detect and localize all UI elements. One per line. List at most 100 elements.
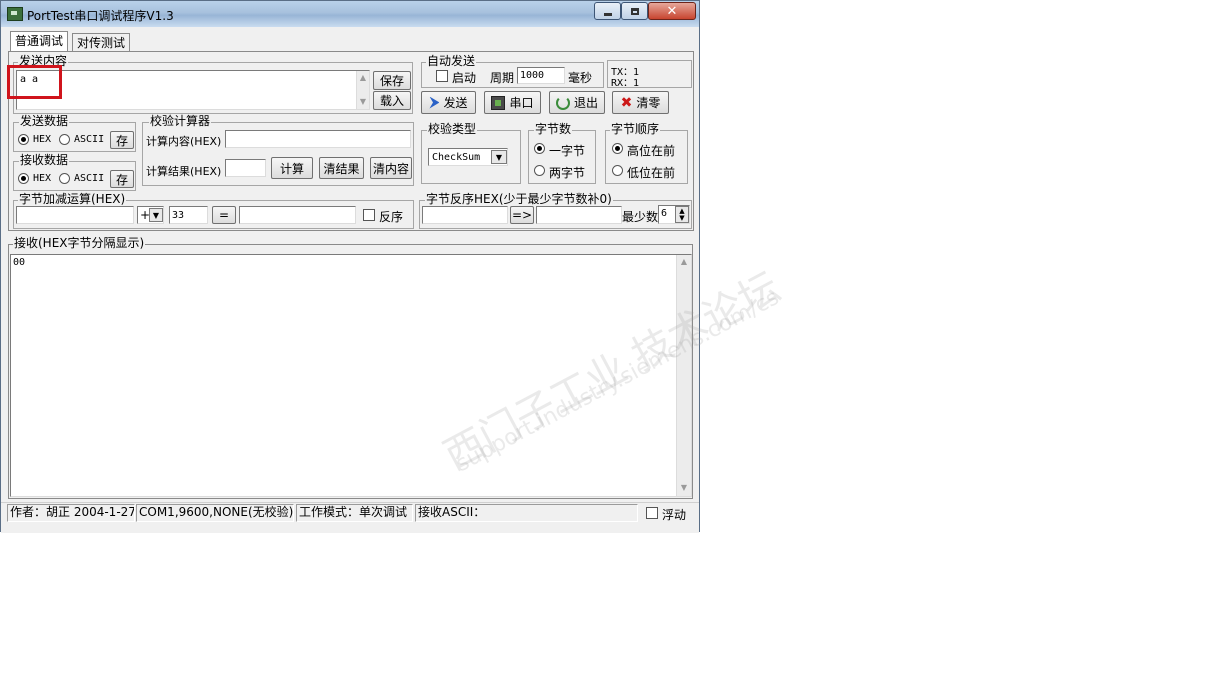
byte-reverse-result-input[interactable]: [536, 206, 622, 224]
send-ascii-radio[interactable]: [59, 134, 70, 145]
byte-reverse-title: 字节反序HEX(少于最少字节数补0): [425, 192, 613, 206]
auto-send-enable-label: 启动: [452, 71, 477, 85]
checksum-calc-title: 校验计算器: [149, 114, 212, 128]
spinner-updown-icon[interactable]: ▲ ▼: [675, 206, 689, 223]
app-icon: [7, 7, 23, 21]
low-first-radio[interactable]: [612, 165, 623, 176]
clear-counter-button[interactable]: ✖ 清零: [612, 91, 669, 114]
check-type-dropdown-icon[interactable]: ▼: [491, 150, 507, 164]
window-title: PortTest串口调试程序V1.3: [27, 9, 174, 23]
send-store-button[interactable]: 存: [110, 131, 134, 149]
recv-hex-label: HEX: [33, 173, 52, 184]
minimize-icon: [603, 12, 612, 16]
calc-result-input[interactable]: [225, 159, 266, 177]
unit-label: 毫秒: [568, 71, 593, 85]
status-recv-ascii: 接收ASCII：: [415, 504, 638, 522]
recv-ascii-label: ASCII: [74, 173, 105, 184]
port-button-label: 串口: [509, 96, 534, 110]
two-byte-label: 两字节: [549, 166, 586, 180]
save-button[interactable]: 保存: [373, 71, 411, 90]
receive-title: 接收(HEX字节分隔显示): [13, 236, 146, 250]
auto-send-title: 自动发送: [426, 54, 477, 68]
status-port: COM1,9600,NONE(无校验),: [136, 504, 294, 522]
clear-result-button[interactable]: 清结果: [319, 157, 364, 179]
op-dropdown-icon[interactable]: ▼: [149, 208, 163, 222]
scroll-down-icon[interactable]: ▼: [357, 97, 369, 107]
calc-button[interactable]: 计算: [271, 157, 313, 179]
period-label: 周期: [490, 71, 515, 85]
byte-add-title: 字节加减运算(HEX): [18, 192, 127, 206]
receive-scroll-down-icon[interactable]: ▼: [677, 483, 691, 493]
recv-store-button[interactable]: 存: [110, 170, 134, 188]
byte-add-op-select[interactable]: + ▼: [137, 206, 164, 224]
byte-add-value-input[interactable]: 33: [169, 206, 208, 224]
send-content-input[interactable]: a a ▲ ▼: [16, 70, 370, 110]
byte-reverse-input[interactable]: [422, 206, 508, 224]
send-content-scrollbar[interactable]: ▲ ▼: [356, 71, 369, 109]
min-count-value: 6: [661, 208, 668, 219]
exit-button[interactable]: 退出: [549, 91, 605, 114]
receive-textarea[interactable]: 00 ▲ ▼: [10, 254, 692, 497]
auto-send-checkbox[interactable]: [436, 70, 448, 82]
exit-icon: [555, 95, 570, 110]
port-icon: [491, 95, 506, 110]
maximize-icon: [630, 7, 639, 15]
calc-result-label: 计算结果(HEX): [146, 165, 222, 178]
send-ascii-label: ASCII: [74, 134, 105, 145]
send-icon: [429, 96, 440, 109]
low-first-label: 低位在前: [627, 166, 676, 180]
maximize-button[interactable]: [621, 2, 648, 20]
period-input[interactable]: 1000: [517, 67, 565, 84]
calc-content-input[interactable]: [225, 130, 411, 148]
recv-hex-radio[interactable]: [18, 173, 29, 184]
min-count-spinner[interactable]: 6 ▲ ▼: [658, 205, 690, 224]
close-button[interactable]: ✕: [648, 2, 696, 20]
send-button[interactable]: 发送: [421, 91, 476, 114]
byte-add-result-input[interactable]: [239, 206, 356, 224]
recv-data-title: 接收数据: [19, 153, 70, 167]
byte-order-title: 字节顺序: [610, 122, 661, 136]
send-hex-radio[interactable]: [18, 134, 29, 145]
receive-scrollbar[interactable]: ▲ ▼: [676, 255, 691, 496]
exit-button-label: 退出: [573, 96, 598, 110]
one-byte-radio[interactable]: [534, 143, 545, 154]
check-type-value: CheckSum: [432, 152, 481, 163]
receive-scroll-up-icon[interactable]: ▲: [677, 257, 691, 267]
one-byte-label: 一字节: [549, 144, 586, 158]
load-button[interactable]: 载入: [373, 91, 411, 110]
byte-reverse-button[interactable]: =>: [510, 206, 534, 224]
tab-loopback-test[interactable]: 对传测试: [72, 33, 131, 52]
status-author: 作者：胡正 2004-1-27: [7, 504, 135, 522]
tab-normal-debug[interactable]: 普通调试: [10, 31, 69, 52]
byte-add-input[interactable]: [16, 206, 134, 224]
reverse-label: 反序: [379, 210, 404, 224]
send-hex-label: HEX: [33, 134, 52, 145]
clear-icon: ✖: [620, 94, 633, 111]
calc-content-label: 计算内容(HEX): [146, 135, 222, 148]
rx-counter: RX：1: [611, 78, 640, 89]
minimize-button[interactable]: [594, 2, 621, 20]
scroll-up-icon[interactable]: ▲: [357, 73, 369, 83]
send-button-label: 发送: [443, 96, 468, 110]
porttest-window: PortTest串口调试程序V1.3 ✕ 普通调试 对传测试 发送内容 a a …: [0, 0, 700, 533]
clear-button-label: 清零: [636, 96, 661, 110]
close-icon: ✕: [666, 3, 678, 19]
send-data-title: 发送数据: [19, 114, 70, 128]
min-count-label: 最少数: [622, 210, 659, 224]
receive-text: 00: [13, 257, 26, 268]
title-bar[interactable]: PortTest串口调试程序V1.3 ✕: [1, 1, 699, 27]
recv-ascii-radio[interactable]: [59, 173, 70, 184]
port-button[interactable]: 串口: [484, 91, 541, 114]
two-byte-radio[interactable]: [534, 165, 545, 176]
clear-content-button[interactable]: 清内容: [370, 157, 412, 179]
highlight-box: [7, 65, 62, 99]
check-type-title: 校验类型: [427, 122, 478, 136]
high-first-radio[interactable]: [612, 143, 623, 154]
float-checkbox[interactable]: [646, 507, 658, 519]
reverse-checkbox[interactable]: [363, 209, 375, 221]
byte-add-equals-button[interactable]: =: [212, 206, 236, 224]
check-type-select[interactable]: CheckSum ▼: [428, 148, 508, 166]
byte-count-title: 字节数: [534, 122, 573, 136]
float-label: 浮动: [662, 508, 687, 522]
status-mode: 工作模式：单次调试: [296, 504, 413, 522]
